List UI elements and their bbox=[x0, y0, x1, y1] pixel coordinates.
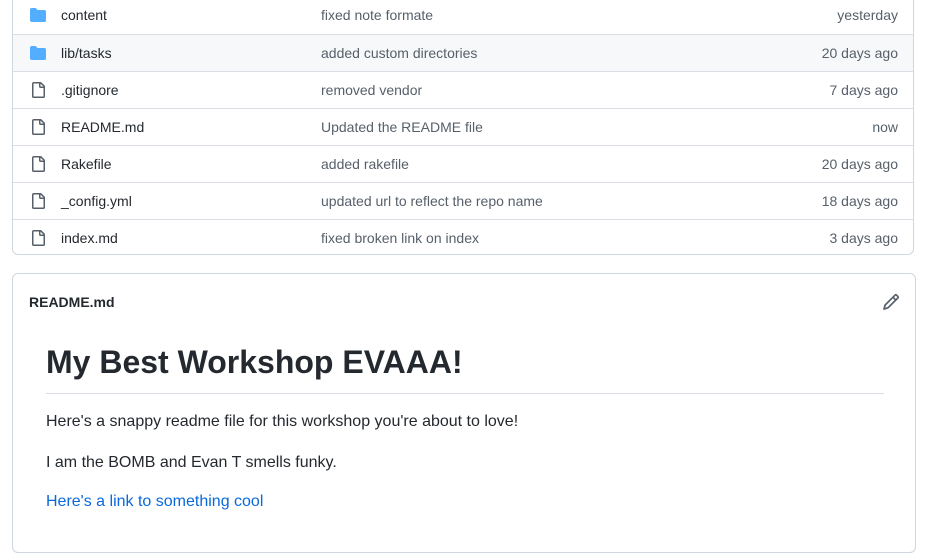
readme-link[interactable]: Here's a link to something cool bbox=[46, 493, 263, 511]
folder-icon bbox=[30, 46, 46, 60]
commit-message[interactable]: added rakefile bbox=[321, 156, 409, 172]
file-icon bbox=[32, 119, 45, 135]
file-icon bbox=[32, 230, 45, 246]
pencil-icon[interactable] bbox=[882, 293, 900, 311]
file-row-config[interactable]: _config.yml updated url to reflect the r… bbox=[13, 182, 913, 219]
file-row-content[interactable]: content fixed note formate yesterday bbox=[13, 0, 913, 34]
file-name[interactable]: .gitignore bbox=[61, 82, 119, 98]
title-divider bbox=[46, 393, 884, 394]
commit-age: 7 days ago bbox=[829, 82, 899, 98]
file-row-lib-tasks[interactable]: lib/tasks added custom directories 20 da… bbox=[13, 34, 913, 71]
commit-message[interactable]: Updated the README file bbox=[321, 119, 483, 135]
file-row-rakefile[interactable]: Rakefile added rakefile 20 days ago bbox=[13, 145, 913, 182]
folder-icon bbox=[30, 8, 46, 22]
commit-age: now bbox=[872, 119, 898, 135]
commit-message[interactable]: updated url to reflect the repo name bbox=[321, 193, 543, 209]
commit-message[interactable]: fixed broken link on index bbox=[321, 230, 479, 246]
commit-message[interactable]: added custom directories bbox=[321, 45, 477, 61]
file-name[interactable]: _config.yml bbox=[61, 193, 132, 209]
commit-age: 20 days ago bbox=[821, 45, 898, 61]
file-icon bbox=[32, 193, 45, 209]
file-icon bbox=[32, 156, 45, 172]
file-name[interactable]: Rakefile bbox=[61, 156, 112, 172]
readme-title: My Best Workshop EVAAA! bbox=[46, 344, 463, 380]
commit-age: yesterday bbox=[837, 7, 898, 23]
commit-age: 3 days ago bbox=[829, 230, 899, 246]
readme-paragraph: I am the BOMB and Evan T smells funky. bbox=[46, 454, 337, 471]
commit-message[interactable]: removed vendor bbox=[321, 82, 422, 98]
file-name[interactable]: index.md bbox=[61, 230, 118, 246]
file-row-index[interactable]: index.md fixed broken link on index 3 da… bbox=[13, 219, 913, 254]
readme-filename: README.md bbox=[29, 294, 115, 310]
file-list: content fixed note formate yesterday lib… bbox=[12, 0, 914, 255]
file-name[interactable]: README.md bbox=[61, 119, 144, 135]
readme-panel: README.md My Best Workshop EVAAA! Here's… bbox=[12, 273, 916, 553]
file-name[interactable]: lib/tasks bbox=[61, 45, 112, 61]
commit-message[interactable]: fixed note formate bbox=[321, 7, 433, 23]
file-icon bbox=[32, 82, 45, 98]
commit-age: 20 days ago bbox=[821, 156, 898, 172]
readme-paragraph: Here's a snappy readme file for this wor… bbox=[46, 413, 519, 430]
commit-age: 18 days ago bbox=[821, 193, 898, 209]
file-row-gitignore[interactable]: .gitignore removed vendor 7 days ago bbox=[13, 71, 913, 108]
file-name[interactable]: content bbox=[61, 7, 107, 23]
file-row-readme[interactable]: README.md Updated the README file now bbox=[13, 108, 913, 145]
